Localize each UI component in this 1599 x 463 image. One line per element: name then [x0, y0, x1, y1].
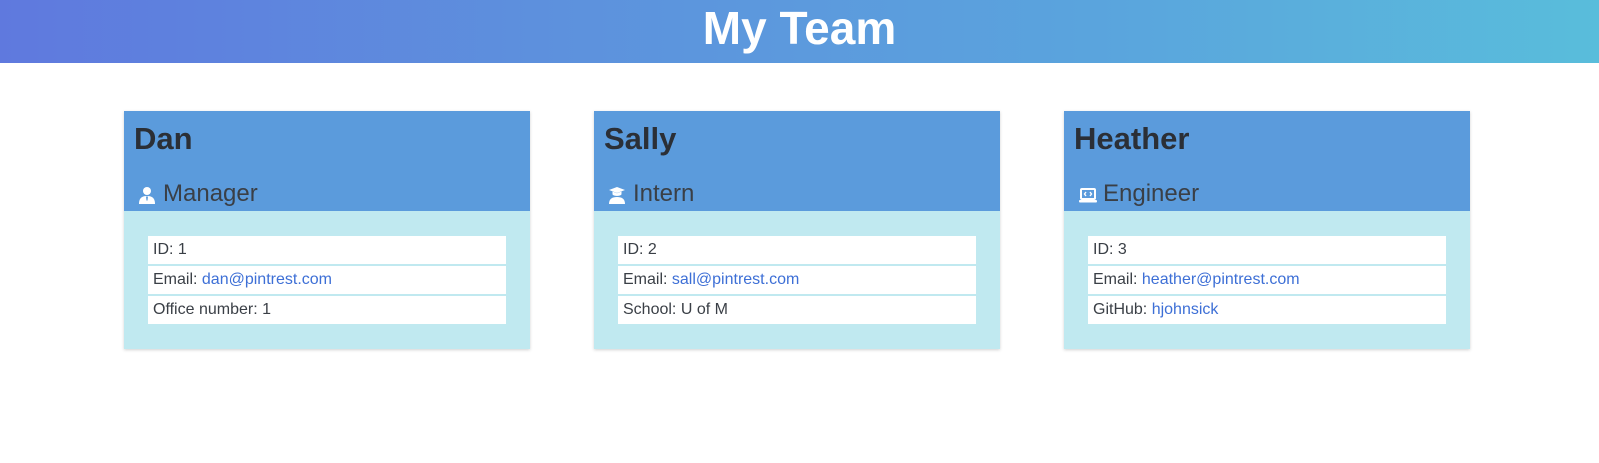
- page-title: My Team: [702, 1, 897, 54]
- id-item: ID: 1: [148, 236, 506, 264]
- team-card-manager: Dan Manager ID: 1 Email: dan@pintrest.co…: [124, 111, 530, 349]
- laptop-code-icon: [1078, 186, 1097, 204]
- team-card-engineer: Heather Engineer ID: 3 Email: heather@pi…: [1064, 111, 1470, 349]
- info-list: ID: 3 Email: heather@pintrest.com GitHub…: [1088, 236, 1446, 324]
- id-item: ID: 3: [1088, 236, 1446, 264]
- employee-name: Dan: [134, 121, 193, 156]
- email-link[interactable]: dan@pintrest.com: [202, 271, 332, 288]
- email-item: Email: heather@pintrest.com: [1088, 266, 1446, 294]
- info-list: ID: 1 Email: dan@pintrest.com Office num…: [148, 236, 506, 324]
- school-item: School: U of M: [618, 296, 976, 324]
- email-prefix: Email:: [1093, 271, 1142, 288]
- email-item: Email: dan@pintrest.com: [148, 266, 506, 294]
- card-header: Sally Intern: [594, 111, 1000, 211]
- manager-icon: [138, 186, 156, 204]
- employee-name: Sally: [604, 121, 677, 156]
- office-number-item: Office number: 1: [148, 296, 506, 324]
- role-label: Engineer: [1103, 180, 1200, 207]
- email-prefix: Email:: [153, 271, 202, 288]
- page-header: My Team: [0, 0, 1599, 63]
- employee-name: Heather: [1074, 121, 1190, 156]
- github-item: GitHub: hjohnsick: [1088, 296, 1446, 324]
- card-body: ID: 2 Email: sall@pintrest.com School: U…: [594, 211, 1000, 324]
- info-list: ID: 2 Email: sall@pintrest.com School: U…: [618, 236, 976, 324]
- role-label: Manager: [163, 180, 258, 207]
- card-body: ID: 3 Email: heather@pintrest.com GitHub…: [1064, 211, 1470, 324]
- id-item: ID: 2: [618, 236, 976, 264]
- role-label: Intern: [633, 180, 695, 207]
- email-prefix: Email:: [623, 271, 672, 288]
- card-body: ID: 1 Email: dan@pintrest.com Office num…: [124, 211, 530, 324]
- employee-role: Manager: [138, 181, 258, 207]
- employee-role: Engineer: [1078, 181, 1199, 207]
- employee-role: Intern: [608, 181, 694, 207]
- team-card-intern: Sally Intern ID: 2 Email: sall@pintrest.…: [594, 111, 1000, 349]
- email-item: Email: sall@pintrest.com: [618, 266, 976, 294]
- github-prefix: GitHub:: [1093, 301, 1152, 318]
- github-link[interactable]: hjohnsick: [1152, 301, 1219, 318]
- email-link[interactable]: heather@pintrest.com: [1142, 271, 1300, 288]
- email-link[interactable]: sall@pintrest.com: [672, 271, 799, 288]
- card-header: Dan Manager: [124, 111, 530, 211]
- graduate-icon: [608, 186, 626, 204]
- card-header: Heather Engineer: [1064, 111, 1470, 211]
